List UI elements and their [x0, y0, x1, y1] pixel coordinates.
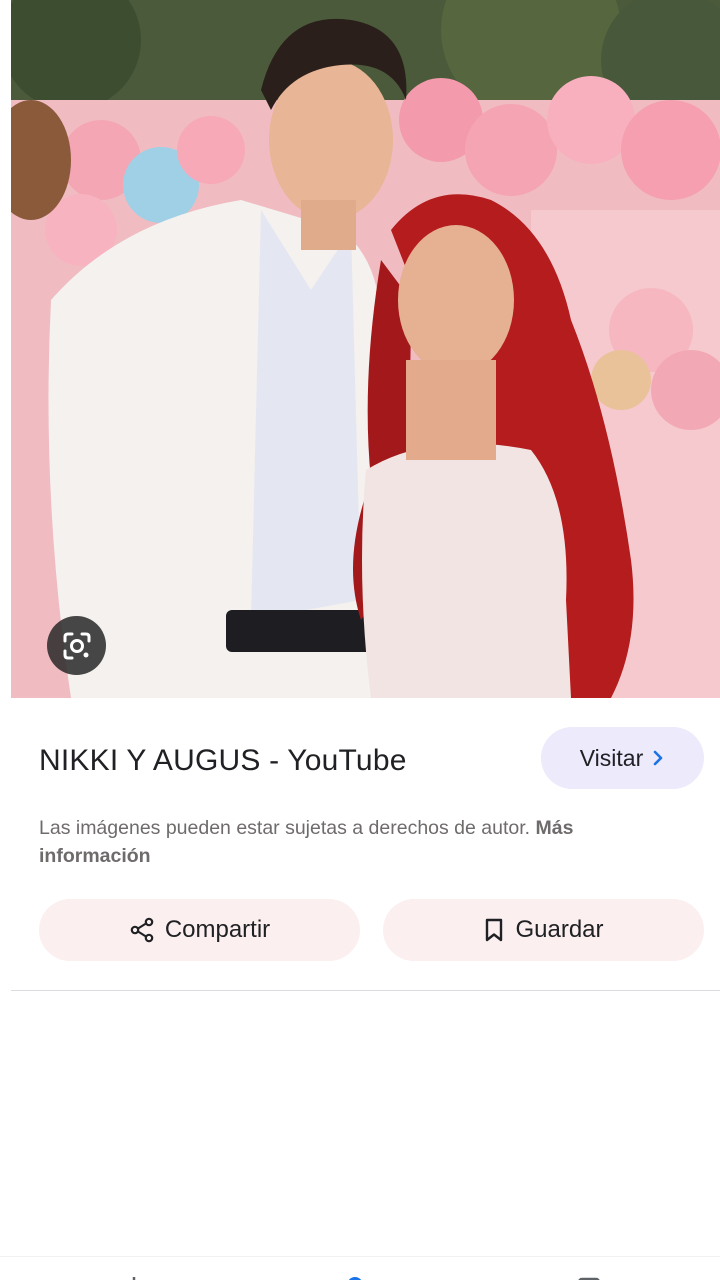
visit-button-label: Visitar: [579, 744, 644, 771]
copyright-notice: Las imágenes pueden estar sujetas a dere…: [39, 814, 679, 870]
tabs-nav-icon[interactable]: [577, 1272, 601, 1280]
visit-button[interactable]: Visitar: [541, 727, 704, 789]
bookmark-icon: [486, 918, 503, 942]
share-icon: [130, 917, 154, 943]
save-button-label: Guardar: [515, 916, 604, 943]
result-title[interactable]: NIKKI Y AUGUS - YouTube: [39, 744, 407, 778]
result-image[interactable]: [11, 0, 720, 698]
discover-nav-icon[interactable]: [343, 1272, 367, 1280]
google-lens-button[interactable]: [47, 616, 106, 675]
share-button[interactable]: Compartir: [39, 899, 360, 961]
share-button-label: Compartir: [164, 916, 271, 943]
chevron-right-icon: [653, 750, 663, 766]
image-result-page: NIKKI Y AUGUS - YouTube Visitar Las imág…: [0, 0, 720, 1280]
section-divider: [11, 990, 720, 991]
copyright-text: Las imágenes pueden estar sujetas a dere…: [39, 817, 531, 839]
google-lens-icon: [63, 632, 90, 659]
save-button[interactable]: Guardar: [383, 899, 704, 961]
home-nav-icon[interactable]: [122, 1272, 146, 1280]
couple-photo-illustration: [11, 0, 720, 698]
